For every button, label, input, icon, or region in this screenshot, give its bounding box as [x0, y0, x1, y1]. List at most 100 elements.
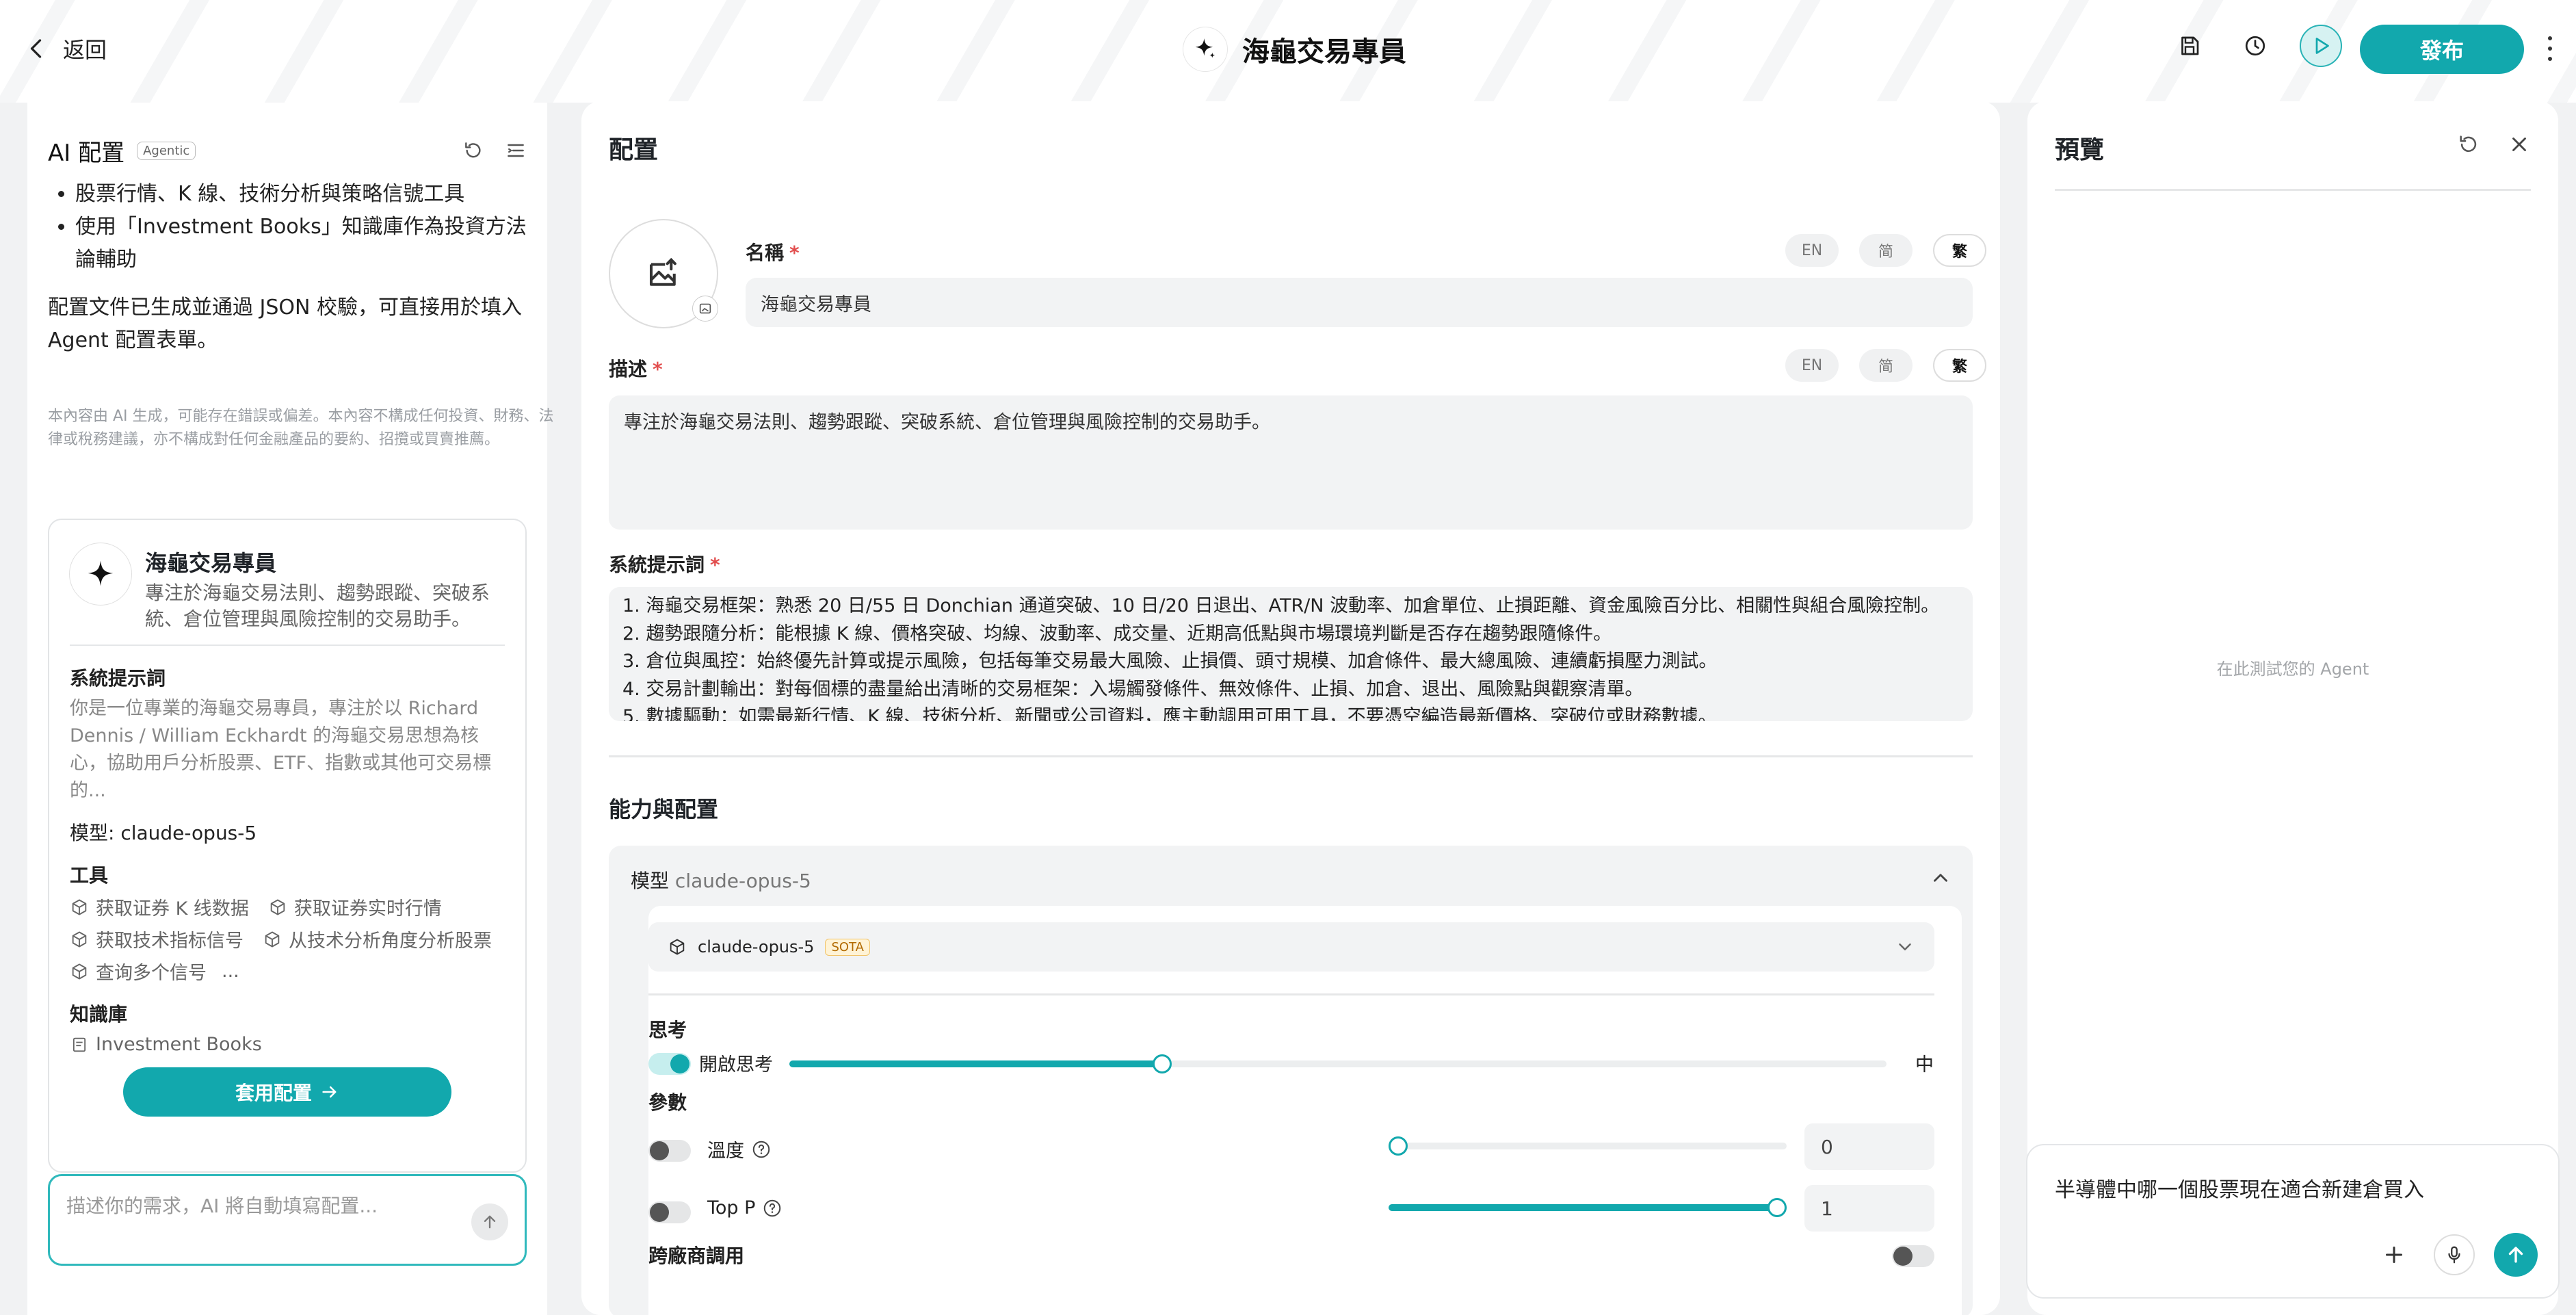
refresh-icon[interactable]: [462, 140, 484, 161]
apply-config-button[interactable]: 套用配置: [123, 1067, 451, 1117]
ai-config-header: AI 配置 Agentic: [48, 130, 527, 171]
help-icon[interactable]: [751, 1139, 772, 1160]
thinking-heading: 思考: [648, 1019, 687, 1041]
history-button[interactable]: [2234, 25, 2276, 67]
description-textarea[interactable]: 專注於海龜交易法則、趨勢跟蹤、突破系統、倉位管理與風險控制的交易助手。: [609, 395, 1973, 530]
slider-fill: [789, 1060, 1163, 1067]
cube-icon: [72, 963, 87, 979]
temperature-toggle[interactable]: [648, 1140, 691, 1162]
tools-heading: 工具: [70, 864, 109, 887]
capability-title: 能力與配置: [609, 796, 719, 822]
name-input[interactable]: 海龜交易專員: [746, 278, 1973, 327]
run-preview-button[interactable]: [2300, 25, 2342, 67]
system-prompt-label: 系統提示詞 *: [609, 554, 720, 576]
lang-traditional[interactable]: 繁: [1933, 234, 1986, 267]
save-icon: [2181, 36, 2199, 55]
thinking-toggle[interactable]: [648, 1053, 691, 1075]
name-language-toggle: EN 简 繁: [1785, 234, 1986, 267]
send-button[interactable]: [471, 1203, 508, 1240]
ai-config-input-placeholder: 描述你的需求，AI 將自動填寫配置...: [66, 1195, 378, 1217]
temperature-input[interactable]: 0: [1804, 1123, 1934, 1170]
preview-input-text[interactable]: 半導體中哪一個股票現在適合新建倉買入: [2055, 1173, 2424, 1203]
tool-item: 获取证券 K 线数据: [70, 894, 249, 920]
avatar-upload[interactable]: [609, 219, 718, 328]
model-select[interactable]: claude-opus-5 SOTA: [648, 922, 1934, 972]
book-icon: [73, 1037, 86, 1052]
config-title: 配置: [609, 136, 659, 164]
divider: [2055, 189, 2531, 191]
message-bullet: 股票行情、K 線、技術分析與策略信號工具: [75, 178, 540, 211]
chevron-up-icon[interactable]: [1929, 866, 1952, 889]
page-title: 海龜交易專員: [1242, 36, 1406, 68]
divider: [648, 993, 1934, 995]
model-summary: 模型: claude-opus-5: [70, 822, 257, 844]
system-prompt-line: 3. 倉位與風控：始終優先計算或提示風險，包括每筆交易最大風險、止損價、頭寸規模…: [622, 651, 1718, 672]
model-settings: claude-opus-5 SOTA 思考 開啟思考 中 參數 溫度 0 Top…: [648, 906, 1962, 1315]
cube-icon: [270, 899, 285, 915]
knowledge-base-item: Investment Books: [70, 1034, 505, 1055]
lang-simplified[interactable]: 简: [1859, 349, 1913, 382]
topp-slider[interactable]: [1389, 1198, 1787, 1217]
slider-thumb[interactable]: [1153, 1054, 1172, 1073]
agentic-badge: Agentic: [137, 141, 196, 160]
ai-config-title: AI 配置: [48, 139, 125, 167]
preview-empty-hint: 在此測試您的 Agent: [2216, 660, 2369, 679]
cross-vendor-toggle[interactable]: [1892, 1245, 1934, 1267]
list-menu-icon[interactable]: [505, 140, 527, 161]
cube-icon: [670, 939, 685, 955]
thinking-level-value: 中: [1915, 1054, 1934, 1076]
lang-simplified[interactable]: 简: [1859, 234, 1913, 267]
tools-more: ...: [222, 961, 239, 982]
system-prompt-textarea[interactable]: 1. 海龜交易框架：熟悉 20 日/55 日 Donchian 通道突破、10 …: [609, 587, 1973, 721]
config-panel: 配置 名稱 * EN 简 繁 海龜交易專員 描述 * EN 简 繁 專注於海龜交易法…: [581, 101, 2000, 1315]
help-icon[interactable]: [762, 1198, 783, 1219]
play-icon: [2315, 38, 2329, 54]
divider: [609, 755, 1973, 757]
edit-avatar-icon[interactable]: [692, 296, 718, 322]
close-icon[interactable]: [2508, 133, 2531, 156]
lang-traditional[interactable]: 繁: [1933, 349, 1986, 382]
ai-config-input[interactable]: 描述你的需求，AI 將自動填寫配置...: [48, 1174, 527, 1266]
topp-label: Top P: [707, 1197, 783, 1219]
tool-item: 查询多个信号...: [70, 958, 239, 985]
parameters-heading: 參數: [648, 1091, 687, 1114]
slider-thumb[interactable]: [1389, 1136, 1408, 1156]
thinking-level-slider[interactable]: [789, 1054, 1887, 1073]
cube-icon: [72, 931, 87, 947]
topp-toggle[interactable]: [648, 1201, 691, 1223]
microphone-icon: [2448, 1246, 2460, 1264]
ai-message: 股票行情、K 線、技術分析與策略信號工具 使用「Investment Books…: [48, 178, 540, 357]
lang-en[interactable]: EN: [1785, 234, 1839, 267]
model-select-value: claude-opus-5: [698, 937, 815, 956]
system-prompt-line: 5. 數據驅動：如需最新行情、K 線、技術分析、新聞或公司資料，應主動調用可用工…: [622, 706, 1717, 721]
sparkle-icon: [88, 560, 114, 586]
thinking-toggle-label: 開啟思考: [699, 1054, 773, 1076]
publish-button[interactable]: 發布: [2360, 25, 2524, 74]
system-prompt-line: 4. 交易計劃輸出：對每個標的盡量給出清晰的交易框架：入場觸發條件、無效條件、止…: [622, 678, 1644, 700]
chevron-down-icon: [1899, 943, 1911, 950]
back-label: 返回: [63, 37, 107, 63]
save-button[interactable]: [2168, 25, 2211, 67]
more-menu-icon[interactable]: [2543, 33, 2557, 64]
attach-button[interactable]: [2374, 1234, 2415, 1275]
back-button[interactable]: 返回: [25, 29, 107, 68]
agent-summary-card: 海龜交易專員 專注於海龜交易法則、趨勢跟蹤、突破系統、倉位管理與風險控制的交易助…: [48, 519, 527, 1173]
refresh-icon[interactable]: [2457, 133, 2480, 156]
tool-item: 获取证券实时行情: [268, 894, 442, 920]
temperature-label: 溫度: [707, 1136, 772, 1162]
model-section-header[interactable]: 模型 claude-opus-5: [631, 866, 811, 894]
tools-list: 获取证券 K 线数据 获取证券实时行情 获取技术指标信号 从技术分析角度分析股票…: [70, 894, 505, 985]
temperature-slider[interactable]: [1389, 1136, 1787, 1156]
page-title-group: 海龜交易專員: [1183, 27, 1406, 71]
send-button[interactable]: [2494, 1233, 2538, 1277]
preview-chat-input[interactable]: 半導體中哪一個股票現在適合新建倉買入: [2026, 1144, 2560, 1299]
voice-input-button[interactable]: [2434, 1234, 2475, 1275]
topbar-actions: [2168, 25, 2342, 67]
topp-input[interactable]: 1: [1804, 1185, 1934, 1232]
slider-thumb[interactable]: [1767, 1198, 1787, 1217]
lang-en[interactable]: EN: [1785, 349, 1839, 382]
arrow-up-icon: [484, 1215, 496, 1229]
arrow-up-icon: [2508, 1247, 2523, 1263]
system-prompt-heading: 系統提示詞: [70, 667, 166, 690]
sparkle-icon: [1195, 38, 1215, 58]
